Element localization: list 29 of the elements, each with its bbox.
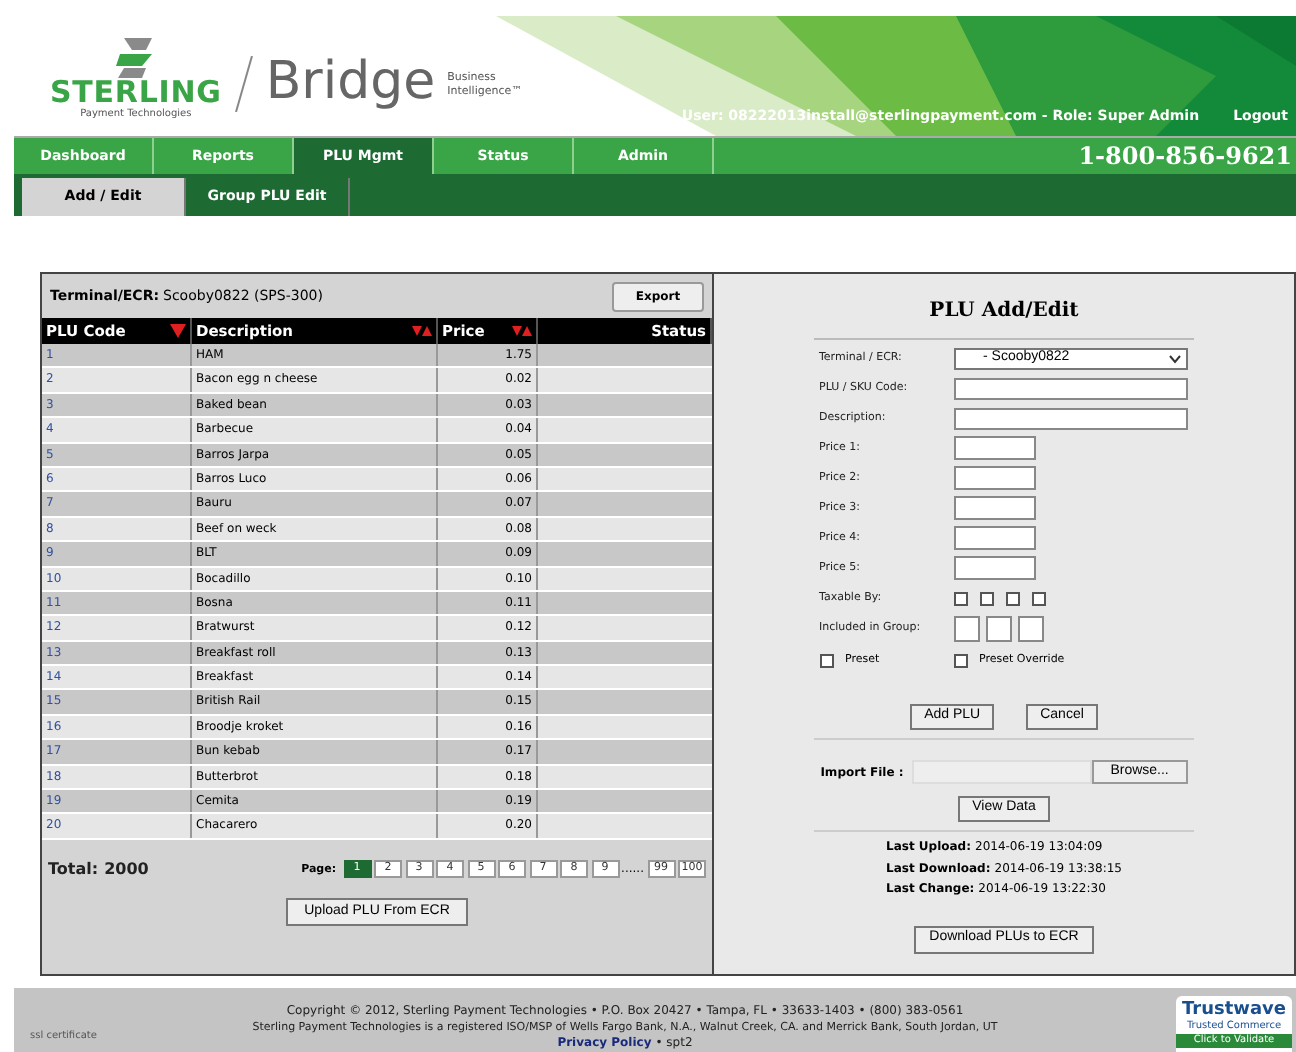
checkbox[interactable]	[953, 653, 967, 667]
checkbox[interactable]	[1005, 591, 1019, 605]
product-name: Bridge	[265, 56, 436, 108]
chevron-icon	[1167, 353, 1181, 363]
logo-icon	[115, 37, 156, 78]
input-field[interactable]	[953, 377, 1187, 399]
sort-icon	[412, 326, 432, 336]
input-field[interactable]	[953, 436, 1035, 460]
checkbox[interactable]	[979, 591, 993, 605]
brand-name: STERLING	[50, 77, 222, 108]
sort-icon	[512, 326, 532, 336]
slash-icon	[233, 56, 254, 112]
input-field[interactable]	[985, 616, 1011, 642]
sort-down-icon	[170, 324, 186, 338]
phone-number: 1-800-856-9621	[1078, 140, 1292, 174]
input-field[interactable]	[953, 526, 1035, 550]
checkbox[interactable]	[953, 591, 967, 605]
input-field[interactable]	[953, 407, 1187, 429]
total-label: Total:	[48, 857, 99, 882]
input-field[interactable]	[953, 556, 1035, 580]
checkbox[interactable]	[819, 653, 833, 667]
input-field[interactable]	[953, 496, 1035, 520]
input-field[interactable]	[953, 466, 1035, 490]
input-field[interactable]	[1017, 616, 1043, 642]
input-field[interactable]	[953, 616, 979, 642]
form-title: PLU Add/Edit	[929, 298, 1079, 326]
file-field[interactable]	[911, 760, 1092, 784]
checkbox[interactable]	[1031, 591, 1045, 605]
total-value: 2000	[104, 857, 149, 882]
